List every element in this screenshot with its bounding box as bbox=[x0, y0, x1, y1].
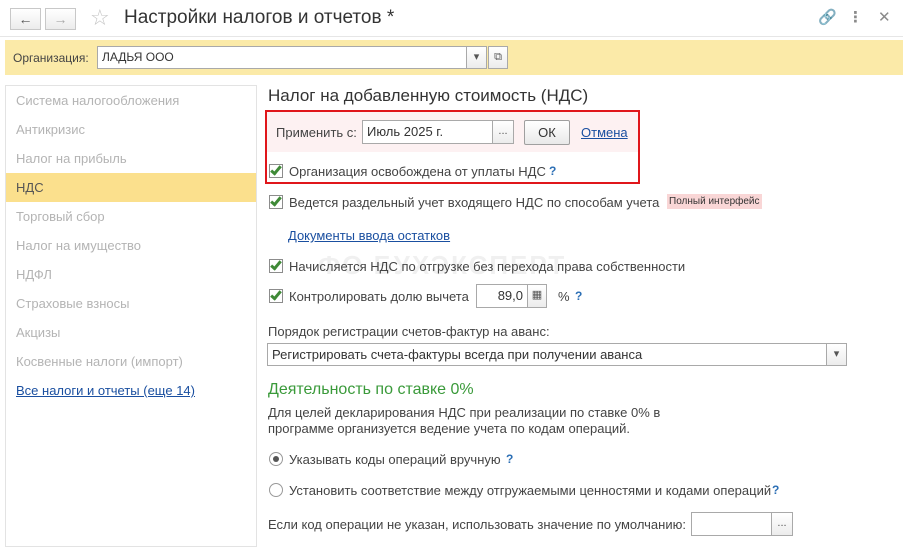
sidebar-item-property-tax[interactable]: Налог на имущество bbox=[6, 231, 256, 260]
sidebar-item-all-taxes[interactable]: Все налоги и отчеты (еще 14) bbox=[6, 376, 256, 405]
organization-label: Организация: bbox=[13, 51, 89, 65]
zero-rate-description-2: программе организуется ведение учета по … bbox=[268, 421, 631, 436]
auto-codes-radio[interactable] bbox=[269, 483, 283, 497]
sidebar-item-insurance[interactable]: Страховые взносы bbox=[6, 289, 256, 318]
separate-accounting-checkbox[interactable] bbox=[269, 194, 283, 209]
sidebar: Система налогообложения Антикризис Налог… bbox=[5, 85, 257, 547]
titlebar-divider bbox=[0, 36, 903, 37]
organization-open-button[interactable]: ⧉ bbox=[488, 46, 508, 69]
close-icon[interactable]: ✕ bbox=[878, 8, 891, 26]
auto-codes-label: Установить соответствие между отгружаемы… bbox=[289, 483, 772, 498]
forward-arrow-icon: → bbox=[53, 11, 68, 27]
manual-codes-radio[interactable] bbox=[269, 452, 283, 466]
control-deduction-checkbox[interactable] bbox=[269, 288, 283, 303]
calculator-button[interactable]: ▦ bbox=[527, 284, 547, 308]
percent-sign: % bbox=[558, 289, 570, 304]
window-title: Настройки налогов и отчетов * bbox=[124, 7, 395, 28]
deduction-help-icon[interactable]: ? bbox=[575, 289, 582, 303]
ok-button[interactable]: ОК bbox=[524, 120, 570, 145]
sidebar-item-trade-fee[interactable]: Торговый сбор bbox=[6, 202, 256, 231]
star-icon[interactable]: ☆ bbox=[90, 5, 110, 31]
exempt-checkbox[interactable] bbox=[269, 163, 283, 178]
ellipsis-icon: ... bbox=[498, 125, 508, 137]
invoice-order-dropdown-button[interactable]: ▾ bbox=[826, 343, 847, 366]
sidebar-item-excise[interactable]: Акцизы bbox=[6, 318, 256, 347]
chevron-down-icon: ▾ bbox=[833, 348, 840, 360]
separate-accounting-label: Ведется раздельный учет входящего НДС по… bbox=[289, 195, 660, 210]
default-code-select-button[interactable]: ... bbox=[771, 512, 793, 536]
chevron-down-icon: ▾ bbox=[473, 51, 480, 63]
zero-rate-description-1: Для целей декларирования НДС при реализа… bbox=[268, 405, 661, 420]
back-button[interactable]: ← bbox=[10, 8, 41, 30]
link-icon[interactable]: 🔗 bbox=[818, 8, 837, 26]
exempt-label: Организация освобождена от уплаты НДС bbox=[289, 164, 546, 179]
sidebar-item-anticrisis[interactable]: Антикризис bbox=[6, 115, 256, 144]
full-interface-badge: Полный интерфейс bbox=[667, 194, 762, 209]
documents-link[interactable]: Документы ввода остатков bbox=[288, 228, 450, 243]
apply-from-field[interactable]: Июль 2025 г. bbox=[362, 120, 493, 144]
calculator-icon: ▦ bbox=[531, 289, 543, 301]
sidebar-item-tax-system[interactable]: Система налогообложения bbox=[6, 86, 256, 115]
checkmark-icon bbox=[270, 163, 282, 176]
deduction-share-field[interactable]: 89,0 bbox=[476, 284, 528, 308]
control-deduction-label: Контролировать долю вычета bbox=[289, 289, 469, 304]
section-heading: Налог на добавленную стоимость (НДС) bbox=[268, 86, 589, 105]
shipment-vat-checkbox[interactable] bbox=[269, 258, 283, 273]
manual-codes-help-icon[interactable]: ? bbox=[506, 452, 513, 466]
radio-selected-dot bbox=[273, 456, 279, 462]
organization-dropdown-button[interactable]: ▾ bbox=[466, 46, 487, 69]
manual-codes-label: Указывать коды операций вручную bbox=[289, 452, 501, 467]
forward-button[interactable]: → bbox=[45, 8, 76, 30]
cancel-link[interactable]: Отмена bbox=[581, 125, 628, 140]
zero-rate-heading: Деятельность по ставке 0% bbox=[268, 381, 474, 398]
open-window-icon: ⧉ bbox=[494, 51, 502, 63]
exempt-help-icon[interactable]: ? bbox=[549, 164, 556, 178]
invoice-order-label: Порядок регистрации счетов-фактур на ава… bbox=[268, 324, 550, 339]
organization-field[interactable]: ЛАДЬЯ ООО bbox=[97, 46, 467, 69]
checkmark-icon bbox=[270, 258, 282, 271]
auto-codes-help-icon[interactable]: ? bbox=[772, 483, 779, 497]
default-code-field[interactable] bbox=[691, 512, 772, 536]
more-icon[interactable]: ⋮ bbox=[848, 8, 863, 26]
apply-from-select-button[interactable]: ... bbox=[492, 120, 514, 144]
sidebar-item-profit-tax[interactable]: Налог на прибыль bbox=[6, 144, 256, 173]
invoice-order-select[interactable]: Регистрировать счета-фактуры всегда при … bbox=[267, 343, 827, 366]
default-code-label: Если код операции не указан, использоват… bbox=[268, 517, 686, 532]
sidebar-item-import-taxes[interactable]: Косвенные налоги (импорт) bbox=[6, 347, 256, 376]
sidebar-item-vat[interactable]: НДС bbox=[6, 173, 256, 202]
shipment-vat-label: Начисляется НДС по отгрузке без перехода… bbox=[289, 259, 686, 274]
back-arrow-icon: ← bbox=[18, 11, 33, 27]
checkmark-icon bbox=[270, 288, 282, 301]
sidebar-item-ndfl[interactable]: НДФЛ bbox=[6, 260, 256, 289]
ellipsis-icon: ... bbox=[777, 517, 787, 529]
checkmark-icon bbox=[270, 194, 282, 207]
apply-from-label: Применить с: bbox=[276, 125, 357, 140]
